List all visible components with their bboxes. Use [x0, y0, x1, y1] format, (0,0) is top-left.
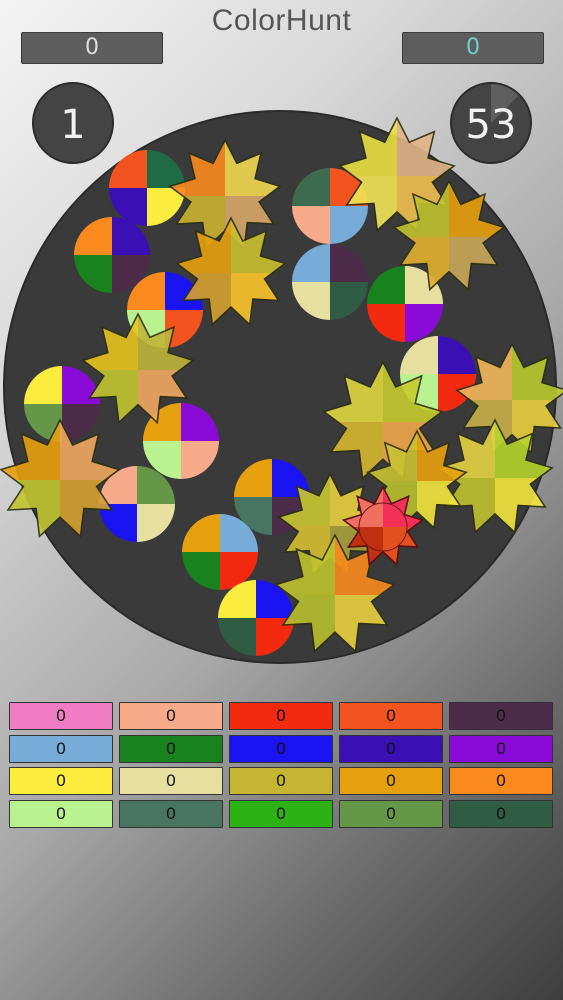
- color-disc[interactable]: [99, 466, 175, 542]
- swatch-count: 0: [276, 706, 286, 725]
- color-disc[interactable]: [74, 217, 150, 293]
- palette-swatch[interactable]: 0: [9, 702, 113, 730]
- palette-swatch[interactable]: 0: [229, 799, 333, 828]
- swatch-count: 0: [56, 803, 66, 823]
- palette-swatch[interactable]: 0: [119, 734, 223, 763]
- palette-swatch[interactable]: 0: [229, 734, 333, 763]
- swatch-count: 0: [386, 771, 396, 790]
- swatch-count: 0: [276, 771, 286, 790]
- countdown-timer: 53: [450, 82, 532, 164]
- palette-swatch[interactable]: 0: [449, 702, 553, 730]
- palette-swatch[interactable]: 0: [449, 734, 553, 763]
- palette-swatch[interactable]: 0: [449, 767, 553, 795]
- swatch-count: 0: [276, 803, 286, 823]
- palette-swatch[interactable]: 0: [339, 702, 443, 730]
- swatch-count: 0: [166, 803, 176, 823]
- palette-swatch[interactable]: 0: [9, 734, 113, 763]
- swatch-count: 0: [496, 738, 506, 758]
- swatch-count: 0: [496, 771, 506, 790]
- swatch-count: 0: [496, 706, 506, 725]
- palette-swatch[interactable]: 0: [119, 767, 223, 795]
- swatch-count: 0: [496, 803, 506, 823]
- swatch-count: 0: [56, 738, 66, 758]
- swatch-count: 0: [386, 803, 396, 823]
- color-disc[interactable]: [182, 514, 258, 590]
- swatch-count: 0: [166, 706, 176, 725]
- palette-swatch[interactable]: 0: [229, 767, 333, 795]
- palette-swatch[interactable]: 0: [119, 799, 223, 828]
- palette-swatch[interactable]: 0: [339, 767, 443, 795]
- swatch-count: 0: [56, 706, 66, 725]
- swatch-count: 0: [386, 738, 396, 758]
- swatch-count: 0: [166, 738, 176, 758]
- swatch-count: 0: [276, 738, 286, 758]
- timer-value: 53: [465, 102, 517, 148]
- palette-swatch[interactable]: 0: [229, 702, 333, 730]
- palette-swatch[interactable]: 0: [339, 734, 443, 763]
- color-disc[interactable]: [292, 244, 368, 320]
- palette-swatch[interactable]: 0: [339, 799, 443, 828]
- palette-swatch[interactable]: 0: [449, 799, 553, 828]
- swatch-count: 0: [56, 771, 66, 790]
- palette-swatch[interactable]: 0: [119, 702, 223, 730]
- color-disc[interactable]: [218, 580, 294, 656]
- swatch-count: 0: [166, 771, 176, 790]
- palette-swatch[interactable]: 0: [9, 767, 113, 795]
- palette-swatch[interactable]: 0: [9, 799, 113, 828]
- swatch-count: 0: [386, 706, 396, 725]
